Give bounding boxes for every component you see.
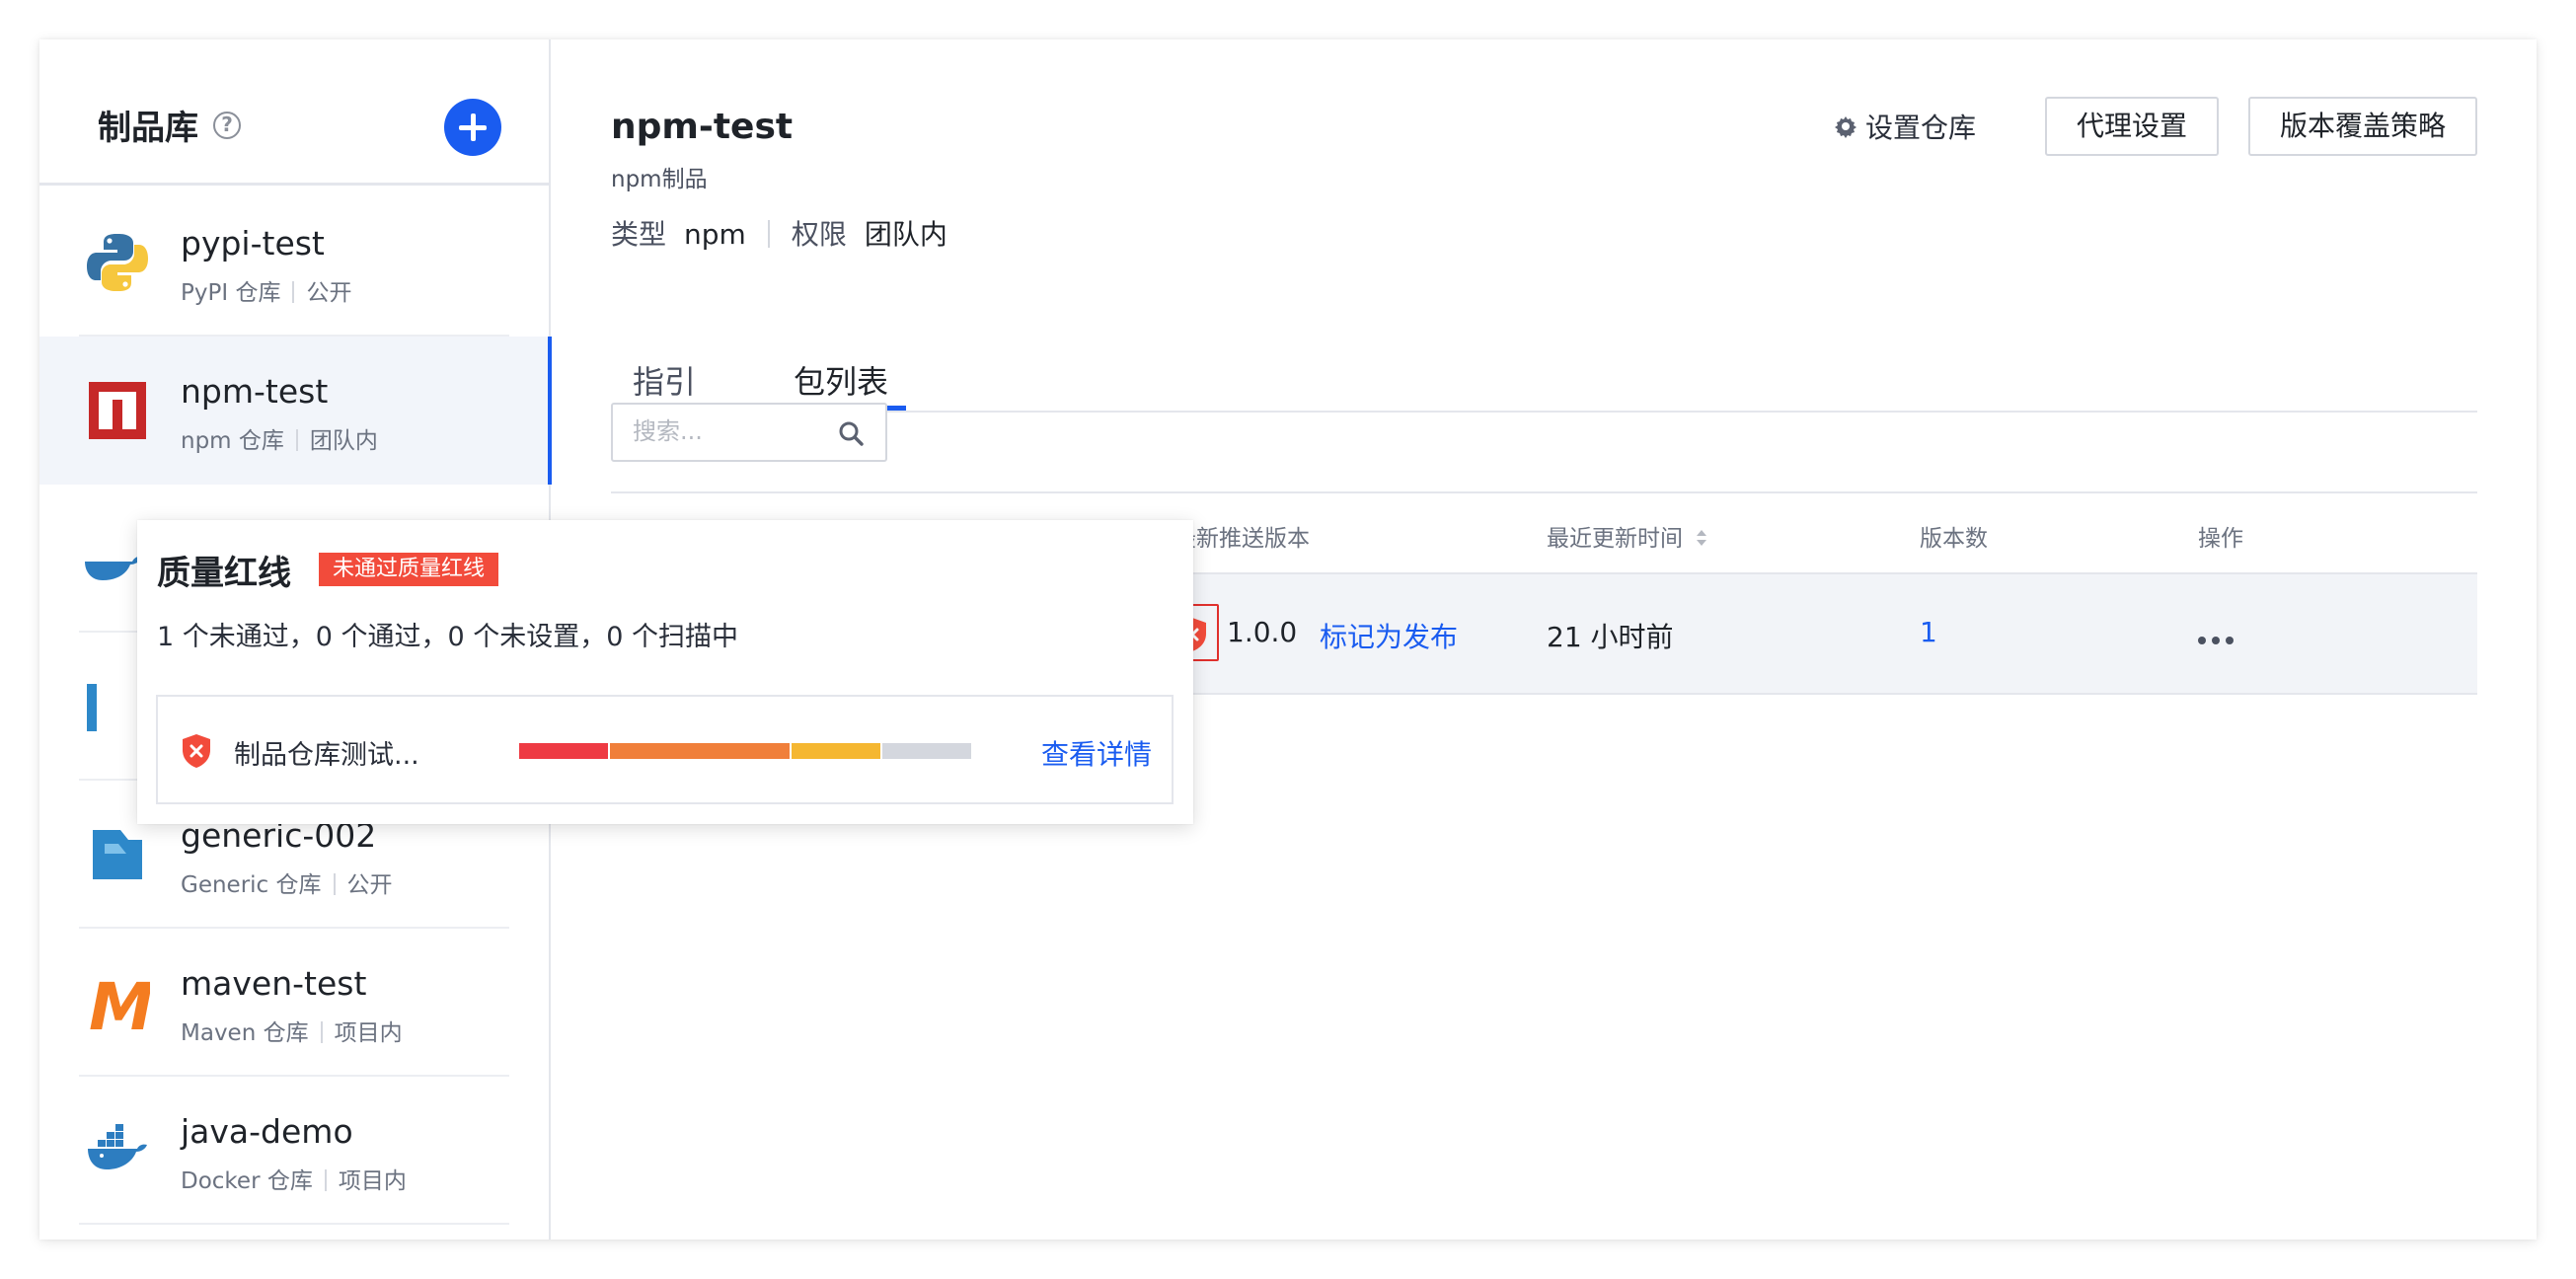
sidebar-title: 制品库 — [98, 109, 198, 148]
meta-divider — [292, 281, 295, 303]
tab-guide[interactable]: 指引 — [633, 357, 696, 403]
repo-name: npm-test — [181, 372, 329, 411]
repo-item-npm-test[interactable]: npm-test npm 仓库 团队内 — [39, 337, 552, 485]
add-repo-button[interactable] — [444, 99, 501, 156]
type-value: npm — [684, 218, 746, 251]
quality-bar-segment — [792, 743, 880, 759]
svg-text:M: M — [89, 970, 150, 1035]
python-icon — [87, 234, 148, 291]
view-details-link[interactable]: 查看详情 — [1041, 733, 1152, 773]
proxy-settings-button[interactable]: 代理设置 — [2044, 97, 2219, 156]
repo-scope: 公开 — [306, 280, 352, 306]
page-subtitle: npm制品 — [611, 167, 708, 192]
repo-type: Docker 仓库 — [181, 1168, 313, 1194]
quality-item-card: 制品仓库测试... 查看详情 — [156, 695, 1174, 804]
meta-divider — [295, 429, 298, 451]
repo-meta: Maven 仓库 项目内 — [181, 1014, 403, 1047]
attr-divider — [767, 220, 770, 248]
page-title: npm-test — [611, 107, 794, 147]
search-input[interactable] — [633, 417, 830, 445]
quality-gate-popover: 质量红线 未通过质量红线 1 个未通过，0 个通过，0 个未设置，0 个扫描中 … — [137, 520, 1193, 824]
repo-meta: PyPI 仓库 公开 — [181, 273, 351, 307]
maven-icon: M — [89, 970, 150, 1035]
perm-label: 权限 — [791, 218, 847, 251]
search-icon[interactable] — [838, 420, 864, 446]
shield-fail-icon — [183, 734, 210, 768]
row-divider — [79, 1223, 509, 1225]
quality-bar-segment — [882, 743, 971, 759]
updated-value: 21 小时前 — [1547, 621, 1674, 653]
repo-name: pypi-test — [181, 224, 325, 263]
version-value: 1.0.0 — [1227, 616, 1298, 648]
quality-item-name: 制品仓库测试... — [234, 740, 419, 771]
sidebar-header: 制品库 ? — [39, 39, 549, 186]
repo-scope: 项目内 — [334, 1020, 403, 1046]
meta-divider — [324, 1169, 327, 1191]
repo-item-pypi-test[interactable]: pypi-test PyPI 仓库 公开 — [39, 188, 549, 337]
type-label: 类型 — [611, 218, 667, 251]
repo-meta: Docker 仓库 项目内 — [181, 1162, 407, 1195]
quality-progress-bar — [519, 743, 973, 759]
repo-item-java-demo[interactable]: java-demo Docker 仓库 项目内 — [39, 1077, 549, 1225]
app-window: 制品库 ? pypi-test PyPI 仓库 公开 npm-test npm … — [39, 39, 2537, 1240]
popover-title: 质量红线 — [157, 554, 291, 593]
search-field[interactable] — [611, 403, 887, 462]
header-actions: 设置仓库 代理设置 版本覆盖策略 — [1834, 97, 2477, 156]
version-override-button[interactable]: 版本覆盖策略 — [2247, 97, 2477, 156]
tab-bar: 指引 包列表 — [611, 336, 2477, 413]
meta-divider — [333, 873, 336, 895]
version-count-link[interactable]: 1 — [1920, 616, 1937, 648]
repo-name: java-demo — [181, 1112, 353, 1151]
repo-type: Generic 仓库 — [181, 872, 322, 898]
gear-icon — [1834, 116, 1856, 138]
mark-release-link[interactable]: 标记为发布 — [1320, 616, 1458, 655]
col-updated-time[interactable]: 最近更新时间 — [1547, 519, 1707, 553]
meta-divider — [320, 1021, 323, 1043]
perm-value: 团队内 — [864, 218, 947, 251]
quality-summary: 1 个未通过，0 个通过，0 个未设置，0 个扫描中 — [157, 622, 739, 652]
quality-bar-segment — [610, 743, 790, 759]
repo-type: Maven 仓库 — [181, 1020, 309, 1046]
col-actions: 操作 — [2198, 526, 2243, 552]
repo-item-maven-test[interactable]: M maven-test Maven 仓库 项目内 — [39, 929, 549, 1077]
settings-label: 设置仓库 — [1864, 112, 1976, 144]
repo-type: npm 仓库 — [181, 428, 284, 454]
repo-attributes: 类型 npm 权限 团队内 — [611, 213, 947, 253]
npm-icon — [89, 382, 146, 439]
repo-meta: Generic 仓库 公开 — [181, 865, 393, 899]
col-updated-label: 最近更新时间 — [1547, 526, 1683, 552]
repo-meta: npm 仓库 团队内 — [181, 421, 378, 455]
more-icon[interactable] — [2198, 630, 2239, 648]
generic-icon — [93, 830, 142, 879]
tab-package-list[interactable]: 包列表 — [794, 357, 888, 403]
sort-icon[interactable] — [1696, 528, 1707, 548]
col-version-count: 版本数 — [1920, 526, 1988, 552]
repo-scope: 公开 — [346, 872, 393, 898]
col-latest-version: 最新推送版本 — [1174, 526, 1310, 552]
quality-bar-segment — [519, 743, 608, 759]
settings-link[interactable]: 设置仓库 — [1834, 107, 1976, 146]
repo-scope: 项目内 — [338, 1168, 407, 1194]
repo-name: maven-test — [181, 964, 367, 1003]
docker-icon — [85, 556, 142, 580]
help-icon[interactable]: ? — [213, 112, 241, 139]
fail-badge: 未通过质量红线 — [319, 553, 499, 586]
repo-scope: 团队内 — [309, 428, 378, 454]
docker-icon — [88, 1124, 147, 1169]
repo-type: PyPI 仓库 — [181, 280, 281, 306]
